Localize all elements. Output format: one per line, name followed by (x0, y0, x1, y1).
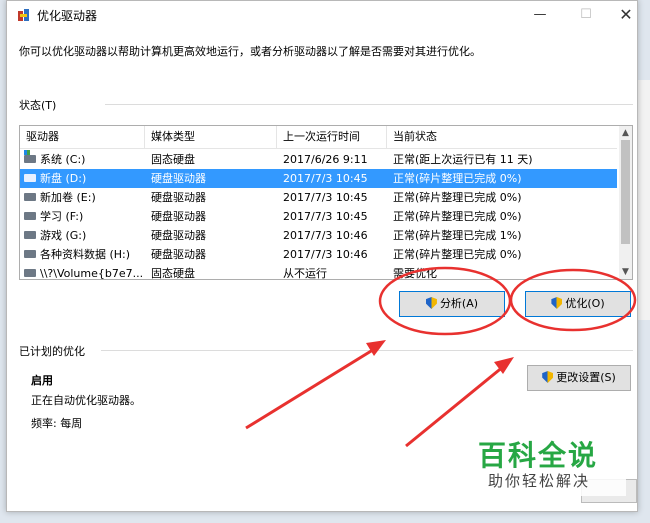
schedule-state: 启用 (31, 374, 53, 387)
scroll-thumb[interactable] (621, 140, 630, 244)
list-header: 驱动器 媒体类型 上一次运行时间 当前状态 (20, 126, 617, 149)
close-button[interactable]: ✕ (603, 1, 649, 29)
drive-name: 学习 (F:) (40, 210, 84, 223)
drive-row[interactable]: 系统 (C:) 固态硬盘 2017/6/26 9:11 正常(距上次运行已有 11 天… (20, 150, 617, 169)
scroll-down-icon[interactable]: ▼ (619, 265, 632, 279)
uac-shield-icon (551, 297, 563, 309)
drive-name: 新盘 (D:) (40, 172, 87, 185)
drive-row[interactable]: 新盘 (D:) 硬盘驱动器 2017/7/3 10:45 正常(碎片整理已完成 0%) (20, 169, 617, 188)
drive-icon (24, 250, 36, 258)
drive-name: 游戏 (G:) (40, 229, 87, 242)
column-header-status[interactable]: 当前状态 (387, 126, 617, 148)
last-run-time: 2017/6/26 9:11 (283, 153, 368, 166)
media-type: 硬盘驱动器 (151, 229, 206, 242)
drives-list[interactable]: 驱动器 媒体类型 上一次运行时间 当前状态 系统 (C:) 固态硬盘 2017/6/… (19, 125, 633, 280)
current-status: 正常(碎片整理已完成 1%) (393, 229, 522, 242)
column-header-media-type[interactable]: 媒体类型 (145, 126, 277, 148)
schedule-description: 正在自动优化驱动器。 (31, 394, 141, 407)
last-run-time: 2017/7/3 10:46 (283, 248, 368, 261)
last-run-time: 2017/7/3 10:45 (283, 210, 368, 223)
watermark-subtitle: 助你轻松解决 (488, 472, 591, 490)
current-status: 需要优化 (393, 267, 437, 280)
media-type: 硬盘驱动器 (151, 248, 206, 261)
column-header-last-run[interactable]: 上一次运行时间 (277, 126, 387, 148)
drive-name: 系统 (C:) (40, 153, 86, 166)
current-status: 正常(碎片整理已完成 0%) (393, 248, 522, 261)
last-run-time: 2017/7/3 10:46 (283, 229, 368, 242)
drive-row[interactable]: \\?\Volume{b7e7... 固态硬盘 从不运行 需要优化 (20, 264, 617, 280)
status-group-divider (105, 104, 633, 105)
drive-row[interactable]: 各种资料数据 (H:) 硬盘驱动器 2017/7/3 10:46 正常(碎片整理已完成… (20, 245, 617, 264)
column-header-drive[interactable]: 驱动器 (20, 126, 145, 148)
current-status: 正常(距上次运行已有 11 天) (393, 153, 533, 166)
scroll-up-icon[interactable]: ▲ (619, 126, 632, 140)
optimize-button[interactable]: 优化(O) (525, 291, 631, 317)
drive-icon (24, 174, 36, 182)
analyze-button[interactable]: 分析(A) (399, 291, 505, 317)
media-type: 固态硬盘 (151, 267, 195, 280)
watermark-title: 百科全说 (478, 439, 599, 472)
uac-shield-icon (542, 371, 554, 383)
current-status: 正常(碎片整理已完成 0%) (393, 210, 522, 223)
drive-name: 新加卷 (E:) (40, 191, 96, 204)
drive-icon (24, 269, 36, 277)
optimize-button-label: 优化(O) (565, 297, 605, 310)
drive-icon (24, 193, 36, 201)
title-bar[interactable]: 优化驱动器 — ☐ ✕ (7, 1, 637, 29)
current-status: 正常(碎片整理已完成 0%) (393, 191, 522, 204)
change-settings-button[interactable]: 更改设置(S) (527, 365, 631, 391)
last-run-time: 2017/7/3 10:45 (283, 191, 368, 204)
current-status: 正常(碎片整理已完成 0%) (393, 172, 522, 185)
media-type: 硬盘驱动器 (151, 191, 206, 204)
change-settings-button-label: 更改设置(S) (556, 371, 616, 384)
drive-name: \\?\Volume{b7e7... (40, 267, 144, 280)
drive-row[interactable]: 游戏 (G:) 硬盘驱动器 2017/7/3 10:46 正常(碎片整理已完成 1%) (20, 226, 617, 245)
uac-shield-icon (425, 297, 437, 309)
last-run-time: 从不运行 (283, 267, 327, 280)
status-group-label: 状态(T) (19, 99, 57, 112)
analyze-button-label: 分析(A) (439, 297, 479, 310)
drive-row[interactable]: 学习 (F:) 硬盘驱动器 2017/7/3 10:45 正常(碎片整理已完成 0%) (20, 207, 617, 226)
system-drive-icon (24, 150, 36, 163)
schedule-frequency: 频率: 每周 (31, 417, 83, 430)
drive-icon (24, 212, 36, 220)
media-type: 硬盘驱动器 (151, 210, 206, 223)
description-text: 你可以优化驱动器以帮助计算机更高效地运行，或者分析驱动器以了解是否需要对其进行优… (19, 45, 481, 58)
minimize-button[interactable]: — (517, 1, 563, 29)
list-scrollbar[interactable]: ▲ ▼ (619, 126, 632, 279)
scheduled-group-label: 已计划的优化 (19, 345, 85, 358)
last-run-time: 2017/7/3 10:45 (283, 172, 368, 185)
drive-icon (24, 231, 36, 239)
drive-name: 各种资料数据 (H:) (40, 248, 131, 261)
drive-row[interactable]: 新加卷 (E:) 硬盘驱动器 2017/7/3 10:45 正常(碎片整理已完成 0%… (20, 188, 617, 207)
media-type: 固态硬盘 (151, 153, 195, 166)
media-type: 硬盘驱动器 (151, 172, 206, 185)
watermark-logo: 百科全说 助你轻松解决 (460, 432, 626, 496)
window-title: 优化驱动器 (37, 9, 98, 23)
defrag-app-icon (18, 9, 29, 21)
scheduled-group-divider (101, 350, 633, 351)
